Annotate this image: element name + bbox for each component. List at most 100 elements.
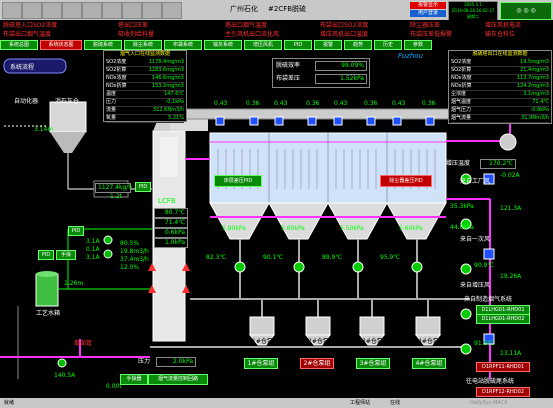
tank-pid-button[interactable]: PID <box>38 250 54 260</box>
silo-name: 2#仓泵 <box>308 338 329 345</box>
chamber-temp: 0.43 <box>334 100 348 107</box>
lime-silo-label: 消石灰仓 <box>55 98 80 105</box>
tower-label: LCFB <box>158 197 176 205</box>
filter-dp-pid-button[interactable]: 除尘器差压PID <box>380 175 432 187</box>
alarm-item[interactable]: 主引风机出口流化风 <box>225 29 279 38</box>
outlet-monitor-table: SO2浓度 19.5mg/m3 SO2折算 21.4mg/m3 NOx浓度 113.7… <box>451 59 549 123</box>
tower-pressure-1: 0.6kPa <box>154 228 188 238</box>
efficiency-value: 99.09% <box>315 61 367 71</box>
flue-flow-control-button[interactable]: 烟气流量控制回路 <box>148 374 208 385</box>
hopper-temp: 82.3℃ <box>206 254 227 261</box>
lime-pid-button[interactable]: PID <box>135 182 151 192</box>
fan-source-label: 来自增压风 <box>460 282 491 289</box>
chamber-temp: 0.36 <box>364 100 378 107</box>
silo-group-1-button[interactable]: 1#仓泵组 <box>244 358 278 369</box>
water-tank <box>35 273 59 307</box>
alarm-display-button[interactable]: 报警显示 <box>410 2 446 9</box>
hopper-temp: 89.9℃ <box>322 254 343 261</box>
home-icon[interactable] <box>2 2 22 19</box>
fan-pressure: 35.3kPa <box>450 203 474 210</box>
save-icon[interactable] <box>62 2 82 19</box>
fan-control-button[interactable]: D1RPF11-RHD01 <box>476 362 530 372</box>
hopper-pressure: 5.80kPa <box>222 225 246 232</box>
logo-text: Fuzhou <box>398 52 424 60</box>
hopper-pressure: 5.50kPa <box>340 225 364 232</box>
navigation-tabs: 系统总图 系统状态图 脱硫系统 除尘系统 布袋系统 输灰系统 增压风机 PID … <box>0 39 553 50</box>
user-login-button[interactable]: 用户登录 <box>410 10 446 17</box>
alarm-item[interactable]: 吸收剂给料量 <box>118 29 154 38</box>
lime-silo <box>49 101 87 133</box>
lime-flow: 1127.4kg/h <box>95 183 132 193</box>
fan-control-button[interactable]: D1RPF12-RHD02 <box>476 387 530 397</box>
water-tank-label: 工艺水箱 <box>36 310 61 317</box>
bag-dp-label: 布袋差压 <box>276 75 301 82</box>
clock-panel: 2005 3.1 2014-08-26 16:02:17 星期二 <box>448 1 498 21</box>
print-icon[interactable] <box>42 2 62 19</box>
hopper-pressure: 5.60kPa <box>281 225 305 232</box>
alarm-strip: 脱硫塔入口SO2浓度 塔出口压差 塔出口烟气温度 布袋出口SO2浓度 除尘器压差… <box>0 20 553 38</box>
fan-temp-value: 170.2℃ <box>480 159 516 169</box>
help-icon[interactable] <box>162 2 182 19</box>
title-unit: #2CFB脱硫 <box>268 5 307 13</box>
water-value: 80.5% <box>120 240 140 247</box>
hopper-temp: 95.9℃ <box>380 254 401 261</box>
alarm-item[interactable]: 除尘器压差 <box>410 20 440 29</box>
fan-temp: 91.9℃ <box>474 340 495 347</box>
fan-note: 来自制造烟气系统 <box>464 296 513 303</box>
alarm-item[interactable]: 输灰仓料位 <box>485 29 515 38</box>
company-logo: ◎ ◎ ◎ <box>500 2 552 20</box>
inlet-monitor-title: 烟气入口在线监测数据 <box>119 51 170 57</box>
alarm-item[interactable]: 布袋压差低报警 <box>410 29 452 38</box>
chamber-temp: 0.43 <box>214 100 228 107</box>
alarm-item[interactable]: 布袋出口烟气温度 <box>3 29 51 38</box>
bag-dp-value: 1.52kPa <box>315 74 367 84</box>
inlet-monitor-table: SO2浓度 1178.4mg/m3 SO2折算 1283.6mg/m3 NOx浓度 1… <box>106 59 184 123</box>
cart-icon[interactable] <box>142 2 162 19</box>
fan-current: 121.3A <box>500 205 522 212</box>
manual-operator-button[interactable]: 手操器 <box>120 374 148 385</box>
manual-loop-button[interactable]: 手操 <box>56 250 76 260</box>
fan-temp: 90.9℃ <box>474 262 495 269</box>
fan-current: 19.26A <box>500 273 522 280</box>
status-station: 工程师站 <box>350 400 371 406</box>
pump-current: 0.1A <box>86 246 100 253</box>
outlet-monitor-panel: 脱硫塔出口在线监测数据 SO2浓度 19.5mg/m3 SO2折算 21.4mg/m… <box>448 50 552 124</box>
lime-silo-cone <box>50 132 86 153</box>
outlet-monitor-title: 脱硫塔出口在线监测数据 <box>472 51 528 57</box>
silo-group-2-button[interactable]: 2#仓泵组 <box>300 358 334 369</box>
tank-level: 1.26m <box>64 280 84 287</box>
bed-dp-pid-button[interactable]: 床层差压PID <box>214 175 262 187</box>
efficiency-panel: 脱硫效率 99.09% 布袋差压 1.52kPa <box>272 58 370 88</box>
hopper-temp: 90.1℃ <box>263 254 284 261</box>
status-online: 在线 <box>390 400 401 406</box>
alarm-item[interactable]: 增压风机电流 <box>485 20 521 29</box>
status-bar: 就绪 工程师站 在线 HollySys MACS <box>0 398 553 408</box>
fan-control-button[interactable]: D1LHG01-RHD02 <box>476 314 530 324</box>
lime-flow-2: 1.2t <box>110 193 122 200</box>
alarm-item[interactable]: 塔出口烟气温度 <box>225 20 267 29</box>
chamber-temp: 0.43 <box>274 100 288 107</box>
alarm-item[interactable]: 脱硫塔入口SO2浓度 <box>3 20 57 29</box>
silo-name: 1#仓泵 <box>252 338 273 345</box>
pressure-label: 压力 <box>138 358 151 365</box>
fan-source-label: 来自工厂风 <box>460 178 491 185</box>
water-pid-button[interactable]: PID <box>68 226 84 236</box>
monitor-icon[interactable] <box>102 2 122 19</box>
mail-icon[interactable] <box>82 2 102 19</box>
chamber-temp: 0.43 <box>392 100 406 107</box>
feeder-label: 自动化器 <box>14 98 39 105</box>
silo-group-3-button[interactable]: 3#仓泵组 <box>356 358 390 369</box>
status-brand: HollySys MACS <box>470 400 508 406</box>
efficiency-label: 脱硫效率 <box>276 62 301 69</box>
silo-group-4-button[interactable]: 4#仓泵组 <box>412 358 446 369</box>
status-ready: 就绪 <box>4 400 15 406</box>
booster-fan <box>499 133 517 151</box>
alarm-item[interactable]: 塔出口压差 <box>118 20 148 29</box>
alarm-item[interactable]: 增压风机出口温度 <box>320 29 368 38</box>
tower-temp-1: 80.7℃ <box>154 208 188 218</box>
chamber-temp: 0.36 <box>422 100 436 107</box>
alarm-item[interactable]: 布袋出口SO2浓度 <box>320 20 368 29</box>
back-icon[interactable] <box>22 2 42 19</box>
tool-icon[interactable] <box>122 2 142 19</box>
silo-name: 4#仓泵 <box>418 338 439 345</box>
